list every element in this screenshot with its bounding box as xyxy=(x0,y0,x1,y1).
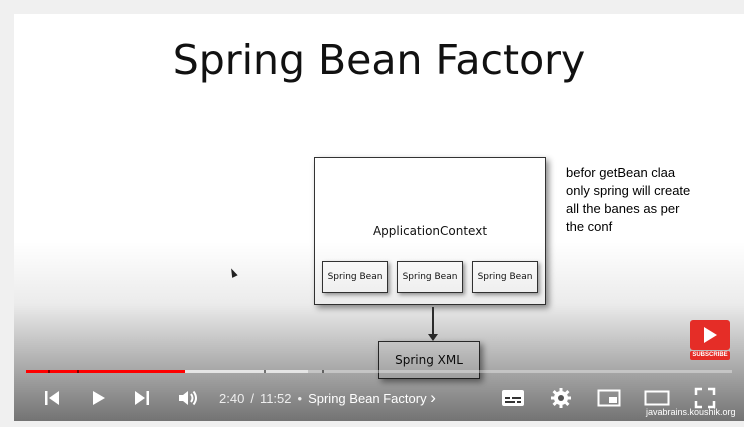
duration: 11:52 xyxy=(259,390,292,406)
progress-bar[interactable] xyxy=(26,370,732,373)
theater-mode-icon xyxy=(644,390,670,406)
chapter-marker xyxy=(322,370,324,373)
arrow-connector xyxy=(432,307,434,337)
spring-bean-box-1: Spring Bean xyxy=(322,261,388,293)
annotation-line: only spring will create xyxy=(566,183,691,198)
settings-button[interactable] xyxy=(544,380,578,416)
video-player[interactable]: Spring Bean Factory ApplicationContext S… xyxy=(14,14,744,421)
annotation-line: the conf xyxy=(566,219,613,234)
miniplayer-button[interactable] xyxy=(592,380,626,416)
subscribe-button[interactable]: SUBSCRIBE xyxy=(690,320,730,362)
volume-icon xyxy=(179,390,197,406)
chapter-title-label: Spring Bean Factory xyxy=(308,391,427,406)
annotation-line: all the banes as per xyxy=(566,201,680,216)
chapter-marker xyxy=(264,370,266,373)
play-icon xyxy=(93,391,105,405)
time-display: 2:40 / 11:52 • Spring Bean Factory › xyxy=(219,380,436,416)
captions-icon xyxy=(502,390,524,406)
current-time: 2:40 xyxy=(219,390,245,406)
gear-icon xyxy=(551,388,571,408)
skip-next-icon xyxy=(135,391,149,405)
chapter-marker xyxy=(48,370,50,373)
subtitles-button[interactable] xyxy=(496,380,530,416)
time-separator: / xyxy=(250,390,254,406)
chapter-marker xyxy=(77,370,79,373)
volume-button[interactable] xyxy=(172,380,204,416)
fullscreen-icon xyxy=(694,387,716,409)
player-controls: 2:40 / 11:52 • Spring Bean Factory › xyxy=(14,380,744,416)
spring-xml-box: Spring XML xyxy=(378,341,480,379)
mouse-cursor-icon xyxy=(228,267,238,278)
arrow-head-icon xyxy=(428,334,438,341)
chevron-right-icon: › xyxy=(430,388,436,407)
bullet: • xyxy=(297,390,303,406)
next-button[interactable] xyxy=(126,380,158,416)
watermark: javabrains.koushik.org xyxy=(646,407,736,417)
miniplayer-icon xyxy=(597,389,621,407)
spring-bean-box-2: Spring Bean xyxy=(397,261,463,293)
annotation-note: befor getBean claa only spring will crea… xyxy=(566,164,690,236)
application-context-box: ApplicationContext Spring Bean Spring Be… xyxy=(314,157,546,305)
slide-title: Spring Bean Factory xyxy=(172,36,586,84)
subscribe-label: SUBSCRIBE xyxy=(690,351,730,360)
spring-bean-box-3: Spring Bean xyxy=(472,261,538,293)
annotation-line: befor getBean claa xyxy=(566,165,676,180)
chapter-title[interactable]: Spring Bean Factory › xyxy=(308,388,436,408)
application-context-label: ApplicationContext xyxy=(372,224,488,238)
previous-button[interactable] xyxy=(36,380,68,416)
youtube-play-icon xyxy=(690,320,730,350)
skip-previous-icon xyxy=(45,391,59,405)
play-button[interactable] xyxy=(82,380,114,416)
